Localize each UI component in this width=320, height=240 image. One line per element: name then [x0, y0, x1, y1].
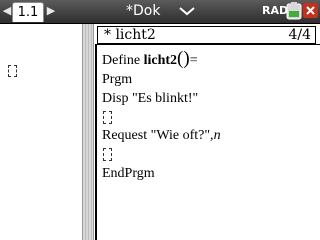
code-line-endprgm[interactable]: EndPrgm — [102, 166, 155, 182]
line-position: 4/4 — [288, 27, 311, 43]
code-line-prgm[interactable]: Prgm — [102, 72, 132, 88]
code-line-define[interactable]: Define licht2()= — [102, 49, 198, 69]
tab-page-1-1[interactable]: 1.1 — [12, 2, 44, 22]
calculator-screen: ◀ 1.1 ▶ *Dok RAD * licht2 4/4 Define lic… — [0, 0, 320, 240]
define-keyword: Define — [102, 53, 144, 68]
code-cursor[interactable] — [103, 111, 112, 124]
define-program-name: licht2 — [143, 53, 178, 68]
battery-icon — [286, 2, 302, 20]
code-line-disp[interactable]: Disp "Es blinkt!" — [102, 91, 198, 107]
program-editor[interactable]: * licht2 4/4 Define licht2()= Prgm Disp … — [95, 24, 320, 240]
input-cursor[interactable] — [8, 65, 17, 77]
divider-line — [88, 24, 89, 240]
code-cursor[interactable] — [103, 148, 112, 161]
document-title[interactable]: *Dok — [126, 2, 160, 20]
define-parens: () — [177, 48, 190, 69]
code-line-request[interactable]: Request "Wie oft?",n — [102, 128, 221, 144]
triangle-right-icon[interactable]: ▶ — [45, 4, 57, 18]
divider-line — [85, 24, 86, 240]
pane-divider[interactable] — [82, 24, 94, 240]
divider-line — [91, 24, 92, 240]
program-name: * licht2 — [104, 27, 156, 43]
editor-header: * licht2 4/4 — [97, 26, 316, 44]
editor-separator — [95, 44, 320, 45]
title-bar: ◀ 1.1 ▶ *Dok RAD — [0, 0, 320, 24]
request-variable: n — [213, 128, 221, 143]
define-equals: = — [189, 53, 198, 68]
chevron-down-icon[interactable] — [178, 5, 196, 17]
request-text: Request "Wie oft?", — [102, 128, 214, 143]
close-icon[interactable] — [303, 3, 318, 18]
notes-pane[interactable] — [0, 24, 81, 240]
editor-left-border — [95, 44, 97, 240]
